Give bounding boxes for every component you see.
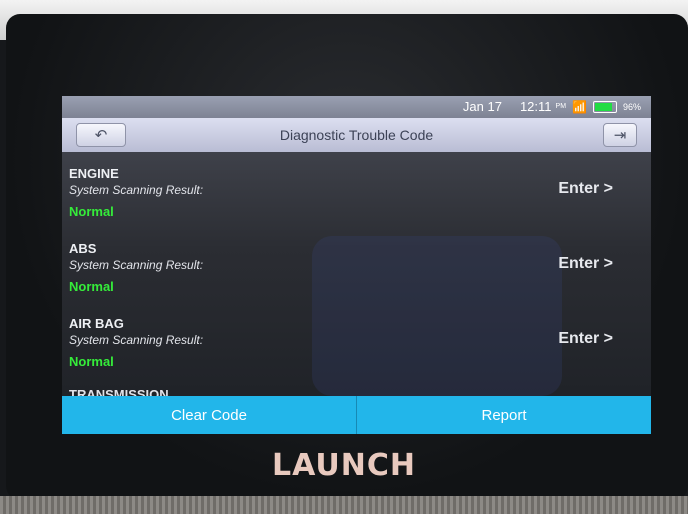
status-ampm: PM: [555, 103, 567, 110]
scan-result-label: System Scanning Result:: [69, 333, 204, 347]
system-item-engine: ENGINE System Scanning Result: Normal En…: [62, 156, 651, 231]
clear-code-button[interactable]: Clear Code: [62, 396, 356, 434]
status-bar: Jan 17 12:11 PM 📶 96%: [62, 96, 651, 118]
bottom-action-bar: Clear Code Report: [62, 396, 651, 434]
device-brand-logo: LAUNCH: [271, 448, 416, 483]
battery-fill: [594, 102, 612, 111]
scan-status: Normal: [69, 204, 114, 219]
scan-result-label: System Scanning Result:: [69, 258, 204, 272]
system-item-airbag: AIR BAG System Scanning Result: Normal E…: [62, 306, 651, 381]
status-right: Jan 17 12:11 PM 📶 96%: [463, 99, 641, 114]
battery-percent: 96%: [622, 101, 641, 112]
background-bottom: [0, 496, 688, 514]
system-name: ENGINE: [69, 166, 119, 181]
battery-icon: [592, 100, 617, 113]
report-button[interactable]: Report: [357, 396, 651, 434]
exit-icon: ⇥: [613, 127, 627, 144]
enter-button-engine[interactable]: Enter >: [558, 180, 613, 198]
status-time: 12:11: [519, 99, 552, 114]
page-title: Diagnostic Trouble Code: [279, 127, 434, 143]
scan-result-label: System Scanning Result:: [69, 183, 204, 197]
screen: Jan 17 12:11 PM 📶 96% ↶ Diagnostic Troub…: [62, 96, 651, 434]
enter-button-airbag[interactable]: Enter >: [558, 330, 613, 348]
system-name: ABS: [69, 241, 97, 256]
enter-button-abs[interactable]: Enter >: [558, 255, 613, 273]
wifi-icon: 📶: [572, 99, 587, 114]
system-name: AIR BAG: [69, 316, 124, 331]
scan-status: Normal: [69, 354, 114, 369]
scan-status: Normal: [69, 279, 114, 294]
status-date: Jan 17: [462, 99, 502, 114]
title-bar: ↶ Diagnostic Trouble Code ⇥: [62, 118, 651, 152]
system-item-abs: ABS System Scanning Result: Normal Enter…: [62, 231, 651, 306]
exit-button[interactable]: ⇥: [603, 123, 637, 147]
system-list: ENGINE System Scanning Result: Normal En…: [62, 156, 651, 381]
